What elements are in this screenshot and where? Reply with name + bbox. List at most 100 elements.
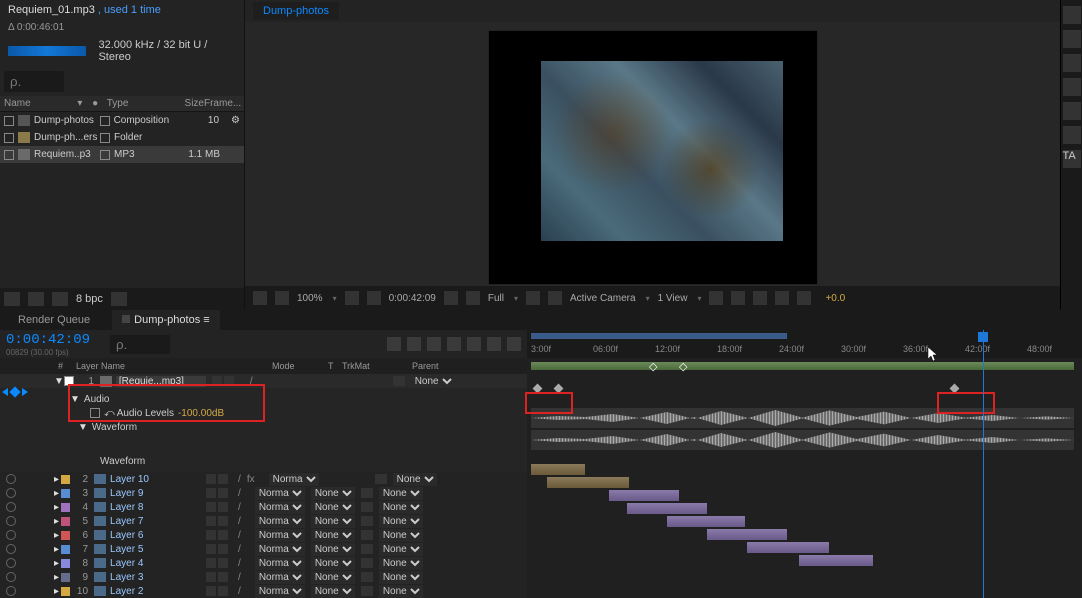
blend-mode[interactable]: Normal: [269, 473, 319, 486]
trkmat[interactable]: None: [311, 585, 355, 598]
blend-mode[interactable]: Normal: [255, 571, 305, 584]
dope-icon[interactable]: [487, 337, 501, 351]
char-icon[interactable]: TA: [1063, 150, 1081, 168]
layer-row[interactable]: ▸4Layer 8/NormalNoneNone: [0, 500, 527, 514]
new-folder-icon[interactable]: [28, 292, 44, 306]
3d-icon[interactable]: [548, 291, 562, 305]
playhead[interactable]: [983, 330, 984, 598]
info-icon[interactable]: [1063, 6, 1081, 24]
pickwhip-icon[interactable]: [361, 516, 373, 526]
visibility-icon[interactable]: [6, 586, 16, 596]
parent[interactable]: None: [379, 487, 423, 500]
parent[interactable]: None: [379, 557, 423, 570]
add-key-icon[interactable]: [9, 386, 20, 397]
blend-mode[interactable]: Normal: [255, 543, 305, 556]
snap-icon[interactable]: [507, 337, 521, 351]
pickwhip-icon[interactable]: [393, 376, 405, 386]
parent[interactable]: None: [379, 515, 423, 528]
pickwhip-icon[interactable]: [361, 544, 373, 554]
pickwhip-icon[interactable]: [361, 530, 373, 540]
project-row[interactable]: Dump-ph...ersFolder: [0, 129, 244, 146]
pickwhip-icon[interactable]: [361, 572, 373, 582]
parent[interactable]: None: [379, 585, 423, 598]
pickwhip-icon[interactable]: [361, 502, 373, 512]
new-comp-icon[interactable]: [52, 292, 68, 306]
pickwhip-icon[interactable]: [375, 474, 387, 484]
keyframe-navigator[interactable]: [2, 388, 28, 396]
graph-icon[interactable]: [447, 337, 461, 351]
timecode[interactable]: 0:00:42:09: [6, 332, 90, 348]
view-count[interactable]: 1 View: [658, 293, 688, 304]
preview-icon[interactable]: [1063, 54, 1081, 72]
parent[interactable]: None: [393, 473, 437, 486]
timeline-search[interactable]: [110, 335, 170, 354]
interpret-icon[interactable]: [4, 292, 20, 306]
libraries-icon[interactable]: [1063, 126, 1081, 144]
timeline-track-area[interactable]: 3:00f06:00f12:00f18:00f24:00f30:00f36:00…: [527, 330, 1082, 598]
blend-mode[interactable]: Normal: [255, 501, 305, 514]
project-row[interactable]: Requiem..p3MP31.1 MB: [0, 146, 244, 163]
motion-blur-icon[interactable]: [427, 337, 441, 351]
trkmat[interactable]: None: [311, 529, 355, 542]
layer-row[interactable]: ▸10Layer 2/NormalNoneNone: [0, 584, 527, 598]
preview-image[interactable]: [541, 61, 783, 241]
project-row[interactable]: Dump-photosComposition10⚙: [0, 112, 244, 129]
next-key-icon[interactable]: [22, 388, 28, 396]
layer-bar[interactable]: [707, 529, 787, 540]
tab-dump-photos[interactable]: Dump-photos ≡: [112, 310, 220, 330]
effects-icon[interactable]: [1063, 78, 1081, 96]
visibility-icon[interactable]: [6, 558, 16, 568]
layer-bar[interactable]: [747, 542, 829, 553]
bpc-label[interactable]: 8 bpc: [76, 293, 103, 305]
visibility-icon[interactable]: [6, 572, 16, 582]
trkmat[interactable]: None: [311, 571, 355, 584]
shy-icon[interactable]: [387, 337, 401, 351]
zoom-level[interactable]: 100%: [297, 293, 323, 304]
visibility-icon[interactable]: [6, 530, 16, 540]
fast-prev-icon[interactable]: [731, 291, 745, 305]
layer-row[interactable]: ▸9Layer 3/NormalNoneNone: [0, 570, 527, 584]
layer-bar[interactable]: [609, 490, 679, 501]
layer-bar[interactable]: [667, 516, 745, 527]
snapshot-icon[interactable]: [444, 291, 458, 305]
trash-icon[interactable]: [111, 292, 127, 306]
exposure[interactable]: +0.0: [825, 293, 845, 304]
visibility-icon[interactable]: [6, 502, 16, 512]
timeline-icon[interactable]: [753, 291, 767, 305]
layer-row[interactable]: ▸3Layer 9/NormalNoneNone: [0, 486, 527, 500]
viewer-tab[interactable]: Dump-photos: [253, 2, 339, 20]
blend-mode[interactable]: Normal: [255, 515, 305, 528]
render-icon[interactable]: [797, 291, 811, 305]
trkmat[interactable]: None: [311, 501, 355, 514]
frame-blend-icon[interactable]: [407, 337, 421, 351]
parent[interactable]: None: [379, 571, 423, 584]
camera-sel[interactable]: Active Camera: [570, 293, 636, 304]
visibility-icon[interactable]: [6, 544, 16, 554]
guides-icon[interactable]: [526, 291, 540, 305]
prev-key-icon[interactable]: [2, 388, 8, 396]
comp-duration-bar[interactable]: ◇ ◇: [531, 362, 1074, 370]
pickwhip-icon[interactable]: [361, 586, 373, 596]
parent[interactable]: None: [379, 501, 423, 514]
work-area[interactable]: [531, 333, 787, 339]
trkmat[interactable]: None: [311, 557, 355, 570]
blend-mode[interactable]: Normal: [255, 557, 305, 570]
layer-bar[interactable]: [627, 503, 707, 514]
blend-mode[interactable]: Normal: [255, 529, 305, 542]
brain-icon[interactable]: [467, 337, 481, 351]
transp-icon[interactable]: [367, 291, 381, 305]
layer-row[interactable]: ▸6Layer 6/NormalNoneNone: [0, 528, 527, 542]
trkmat[interactable]: None: [311, 515, 355, 528]
pixel-icon[interactable]: [709, 291, 723, 305]
layer-bar[interactable]: [531, 464, 585, 475]
blend-mode[interactable]: Normal: [255, 487, 305, 500]
roi-icon[interactable]: [345, 291, 359, 305]
parent-select[interactable]: None: [411, 375, 455, 388]
align-icon[interactable]: [1063, 102, 1081, 120]
trkmat[interactable]: None: [311, 487, 355, 500]
parent[interactable]: None: [379, 543, 423, 556]
trkmat[interactable]: None: [311, 543, 355, 556]
layer-row[interactable]: ▸5Layer 7/NormalNoneNone: [0, 514, 527, 528]
tab-render-queue[interactable]: Render Queue: [8, 310, 100, 330]
layer-bar[interactable]: [547, 477, 629, 488]
